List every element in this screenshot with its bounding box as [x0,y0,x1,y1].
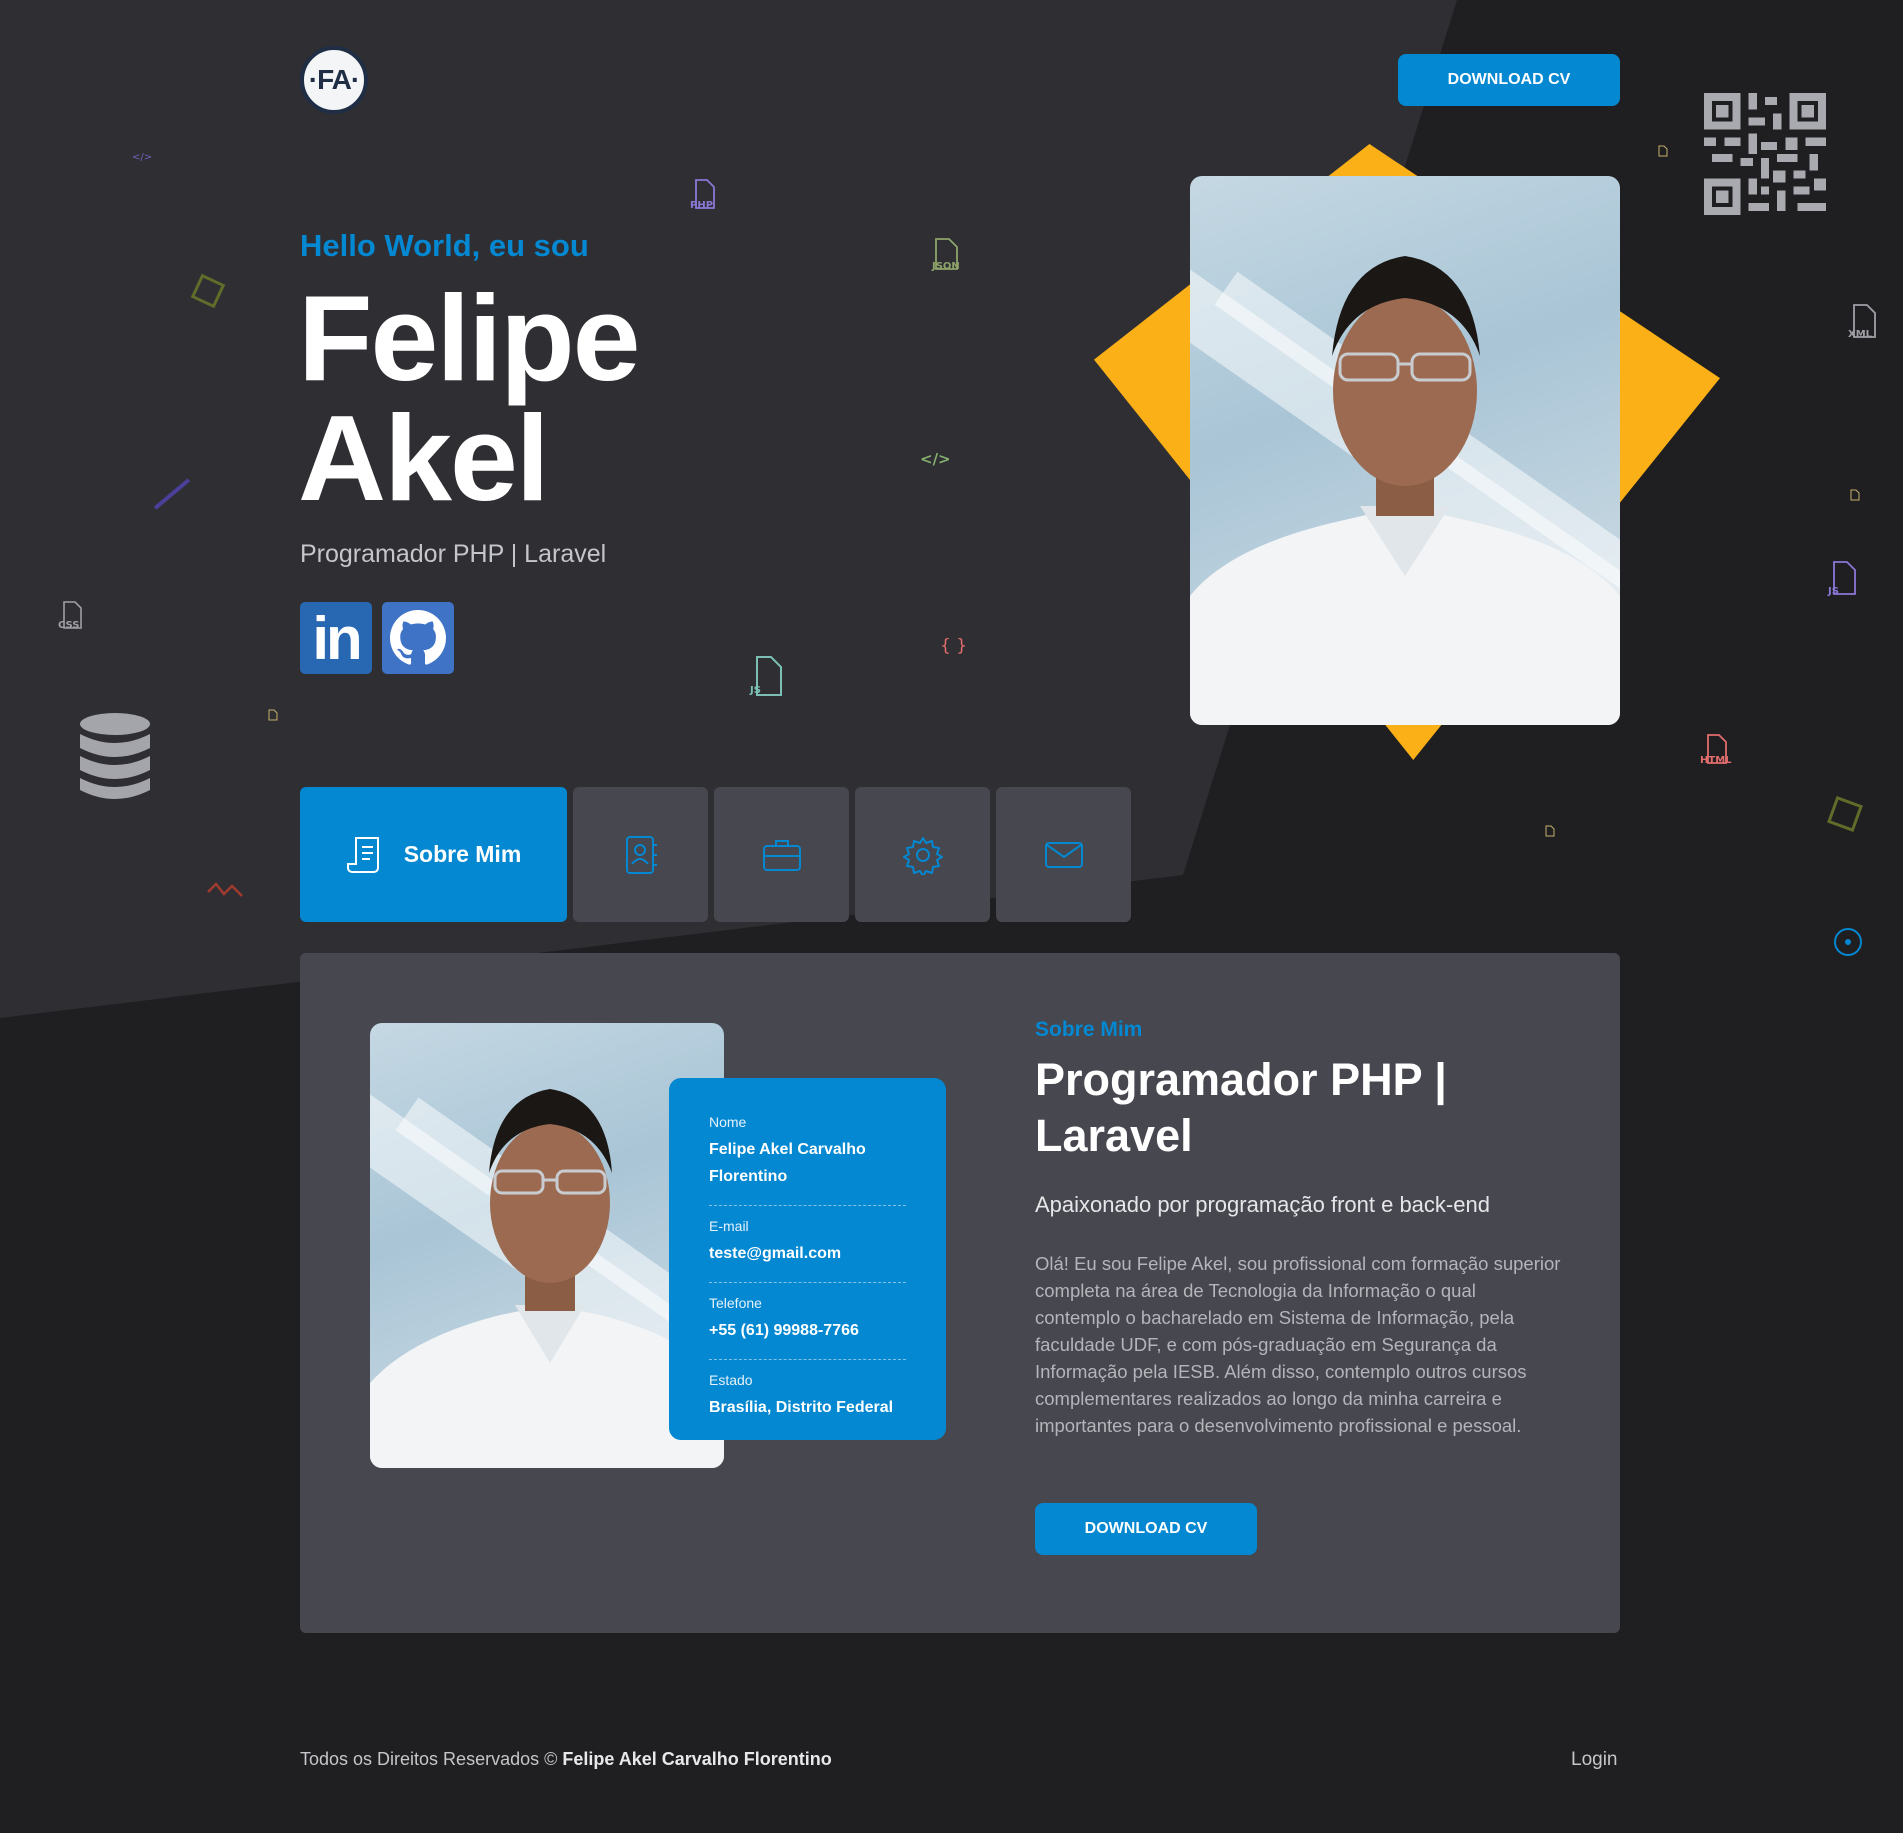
json-file-icon: JSON [930,237,962,274]
linkedin-icon[interactable]: in [300,602,372,674]
about-subtitle: Apaixonado por programação front e back-… [1035,1192,1490,1217]
braces-icon: { } [940,636,968,656]
info-item-email: E-mail teste@gmail.com [709,1206,906,1283]
info-card: Nome Felipe Akel Carvalho Florentino E-m… [669,1078,946,1440]
about-title: Programador PHP | Laravel [1035,1054,1447,1161]
tab-contato[interactable] [573,787,708,922]
briefcase-icon [762,839,801,871]
html-file-icon: HTML [1700,733,1732,768]
hero-first-name: Felipe [298,270,641,406]
login-link[interactable]: Login [1571,1749,1618,1771]
code-symbol-icon: </> [920,450,951,468]
tab-contato-email[interactable] [996,787,1131,922]
file-small-icon [268,706,278,725]
tab-label: Sobre Mim [403,841,522,867]
tab-habilidades[interactable] [855,787,990,922]
profile-photo [1190,176,1620,725]
logo[interactable]: ·FA· [300,46,368,114]
about-kicker: Sobre Mim [1035,1018,1143,1041]
file-small-icon [1850,486,1860,505]
info-item-phone: Telefone +55 (61) 99988-7766 [709,1283,906,1360]
about-download-cv-button[interactable]: DOWNLOAD CV [1035,1503,1257,1555]
js-file-icon: JS [1826,560,1858,599]
zigzag-icon [206,880,244,904]
file-small-icon [1658,142,1668,161]
gear-icon [902,836,943,875]
tab-experiencia[interactable] [714,787,849,922]
about-description: Olá! Eu sou Felipe Akel, sou profissiona… [1035,1253,1561,1436]
css-file-icon: CSS [58,600,86,633]
tab-sobre-mim[interactable]: Sobre Mim [300,787,567,922]
footer-owner: Felipe Akel Carvalho Florentino [562,1749,832,1769]
github-icon[interactable] [382,602,454,674]
download-cv-button[interactable]: DOWNLOAD CV [1398,54,1620,106]
footer-rights-text: Todos os Direitos Reservados © [300,1749,558,1769]
document-icon [346,836,379,873]
qr-code-icon[interactable] [1704,93,1826,219]
footer-copyright: Todos os Direitos Reservados © Felipe Ak… [300,1749,832,1770]
square-outline-icon [1827,796,1863,832]
contact-book-icon [625,835,657,874]
info-item-name: Nome Felipe Akel Carvalho Florentino [709,1114,906,1206]
php-file-icon: PHP [688,178,718,213]
envelope-icon [1044,841,1083,868]
file-small-icon [1545,822,1555,841]
code-symbol-icon: </> [132,152,153,163]
hero-role: Programador PHP | Laravel [300,540,607,568]
hero-name: Felipe Akel [298,270,641,526]
hero-greeting: Hello World, eu sou [300,228,589,263]
hero-last-name: Akel [298,390,550,526]
circle-target-icon [1834,928,1862,956]
js-file-icon: JS [748,655,784,700]
database-icon [78,712,152,808]
xml-file-icon: XML [1846,303,1878,342]
info-item-state: Estado Brasília, Distrito Federal [709,1372,894,1416]
